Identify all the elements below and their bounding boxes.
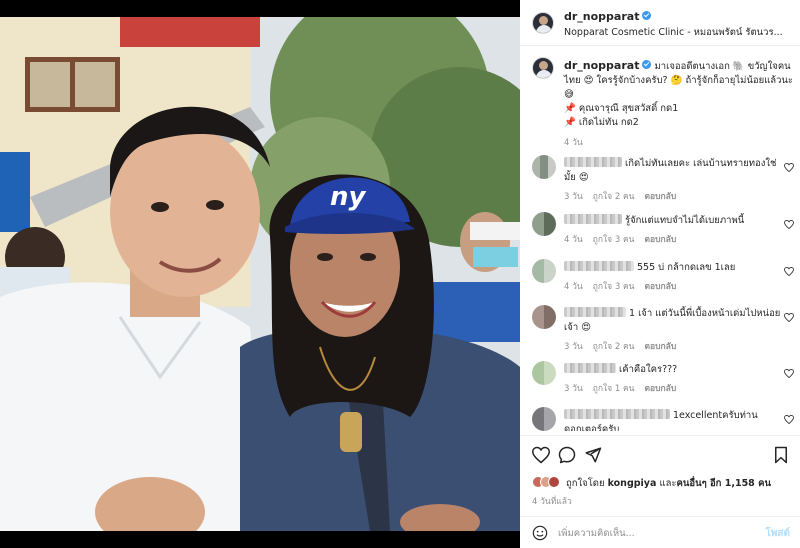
comment-heart-icon[interactable] [784, 163, 794, 172]
caption-username[interactable]: dr_nopparat [564, 59, 639, 72]
reply-button[interactable]: ตอบกลับ [644, 384, 676, 394]
post-header: dr_nopparat Nopparat Cosmetic Clinic - ห… [520, 0, 800, 46]
comment-icon[interactable] [558, 446, 576, 464]
comment-heart-icon[interactable] [784, 313, 794, 322]
bookmark-icon[interactable] [772, 446, 790, 464]
reply-button[interactable]: ตอบกลับ [644, 282, 676, 292]
comment-text: เค้าคือใคร??? [564, 363, 782, 377]
caption-line-3: 📌 เกิดไม่ทัน กด2 [564, 117, 639, 128]
likes-prefix: ถูกใจโดย [566, 478, 605, 489]
author-username[interactable]: dr_nopparat [564, 10, 652, 23]
add-comment-bar: โพสต์ [520, 516, 800, 548]
comment-body: 555 บ่ กล้ากดเลข 1เลย [637, 262, 736, 273]
comment-heart-icon[interactable] [784, 369, 794, 378]
likes-mid: และ [659, 478, 677, 489]
comment-heart-icon[interactable] [784, 415, 794, 424]
comment-body: เค้าคือใคร??? [619, 364, 678, 375]
comment-likes[interactable]: ถูกใจ 2 คน [593, 192, 635, 202]
comment-text: 1 เจ้า แต่วันนี้พี่เบื้องหน้าเด่มไปหน่อย… [564, 307, 782, 335]
svg-text:ny: ny [330, 182, 367, 212]
commenter-avatar[interactable] [532, 361, 556, 385]
reply-button[interactable]: ตอบกลับ [644, 192, 676, 202]
commenter-avatar[interactable] [532, 407, 556, 431]
author-username-text[interactable]: dr_nopparat [564, 10, 639, 23]
post-side-panel: dr_nopparat Nopparat Cosmetic Clinic - ห… [520, 0, 800, 548]
comment-input[interactable] [558, 524, 754, 542]
comment-heart-icon[interactable] [784, 267, 794, 276]
post-media: ny [0, 0, 520, 548]
post-location[interactable]: Nopparat Cosmetic Clinic - หมอนพรัตน์ รั… [564, 25, 786, 40]
author-avatar[interactable] [532, 12, 554, 34]
emoji-icon[interactable] [532, 525, 548, 541]
send-icon[interactable] [584, 446, 602, 464]
likes-count[interactable]: คนอื่นๆ อีก 1,158 คน [677, 478, 771, 489]
comment-text: รู้จักแต่แทบจำไม่ได้เบยภาพนี้ [564, 214, 782, 228]
likes-user[interactable]: kongpiya [608, 478, 657, 489]
comment-time[interactable]: 4 วัน [564, 282, 583, 292]
comment-meta: 3 วัน ถูกใจ 1 คน ตอบกลับ [564, 381, 686, 395]
comment-time[interactable]: 4 วัน [564, 235, 583, 245]
post-photo[interactable]: ny [0, 17, 520, 531]
commenter-avatar[interactable] [532, 155, 556, 179]
commenter-avatar[interactable] [532, 212, 556, 236]
comment-likes[interactable]: ถูกใจ 3 คน [593, 282, 635, 292]
comment-text: เกิดไม่ทันเลยคะ เล่นบ้านทรายทองใช่มั้ย 😍 [564, 157, 782, 185]
comment-heart-icon[interactable] [784, 220, 794, 229]
commenter-name-blurred[interactable] [564, 409, 670, 419]
caption-time[interactable]: 4 วัน [564, 135, 583, 149]
comment-time[interactable]: 3 วัน [564, 192, 583, 202]
selfie-photo-illustration: ny [0, 17, 520, 531]
heart-icon[interactable] [532, 446, 550, 464]
comment-time[interactable]: 3 วัน [564, 384, 583, 394]
comment-meta: 4 วัน ถูกใจ 3 คน ตอบกลับ [564, 232, 686, 246]
caption-text: dr_nopparat มาเจออดีตนางเอก 🐘 ขวัญใจคนไท… [564, 59, 796, 130]
comment-meta: 3 วัน ถูกใจ 2 คน ตอบกลับ [564, 339, 686, 353]
verified-icon [642, 11, 652, 20]
likes-summary[interactable]: ถูกใจโดย kongpiya และคนอื่นๆ อีก 1,158 ค… [532, 476, 771, 491]
post-timestamp[interactable]: 4 วันที่แล้ว [532, 494, 572, 508]
comment-likes[interactable]: ถูกใจ 1 คน [593, 384, 635, 394]
liker-avatars [532, 476, 562, 488]
caption-avatar[interactable] [532, 57, 554, 79]
commenter-name-blurred[interactable] [564, 307, 626, 317]
post-comment-button[interactable]: โพสต์ [765, 526, 790, 541]
commenter-avatar[interactable] [532, 259, 556, 283]
comment-text: 555 บ่ กล้ากดเลข 1เลย [564, 261, 782, 275]
verified-icon [642, 60, 652, 69]
comment-likes[interactable]: ถูกใจ 2 คน [593, 342, 635, 352]
comment-text: 1excellentครับท่านดอกเตอร์ครับ [564, 409, 782, 431]
commenter-name-blurred[interactable] [564, 363, 616, 373]
comments-list[interactable]: dr_nopparat มาเจออดีตนางเอก 🐘 ขวัญใจคนไท… [520, 47, 800, 431]
comment-likes[interactable]: ถูกใจ 3 คน [593, 235, 635, 245]
comment-meta: 4 วัน ถูกใจ 3 คน ตอบกลับ [564, 279, 686, 293]
comment-meta: 3 วัน ถูกใจ 2 คน ตอบกลับ [564, 189, 686, 203]
commenter-name-blurred[interactable] [564, 157, 622, 167]
reply-button[interactable]: ตอบกลับ [644, 235, 676, 245]
comment-time[interactable]: 3 วัน [564, 342, 583, 352]
reply-button[interactable]: ตอบกลับ [644, 342, 676, 352]
commenter-name-blurred[interactable] [564, 214, 622, 224]
caption-line-2: 📌 คุณจารุณี สุขสวัสดิ์ กด1 [564, 103, 679, 114]
commenter-name-blurred[interactable] [564, 261, 634, 271]
comment-body: รู้จักแต่แทบจำไม่ได้เบยภาพนี้ [625, 215, 745, 226]
commenter-avatar[interactable] [532, 305, 556, 329]
